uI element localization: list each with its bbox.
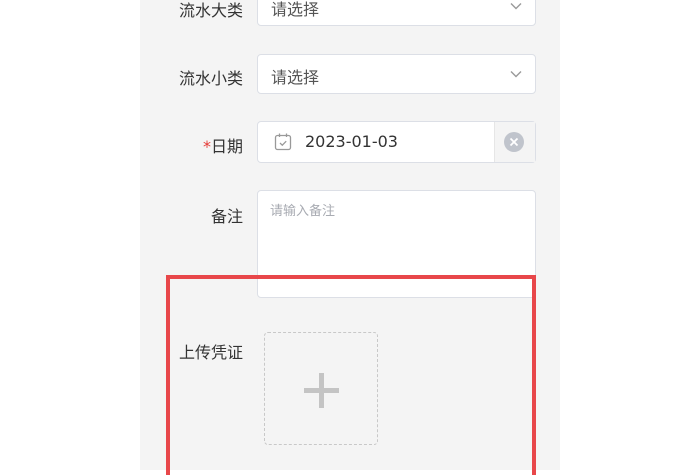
clear-date-button[interactable] [504, 132, 524, 152]
upload-label: 上传凭证 [143, 339, 243, 363]
category-select-value: 请选择 [271, 0, 320, 19]
chevron-down-icon [510, 3, 522, 10]
chevron-down-icon [510, 71, 522, 78]
subcategory-select[interactable]: 请选择 [257, 54, 536, 94]
clear-icon [509, 137, 519, 147]
date-picker[interactable]: 2023-01-03 [257, 121, 536, 163]
category-label-text: 流水大类 [178, 1, 243, 20]
plus-icon-vertical [319, 373, 324, 408]
date-label-text: 日期 [210, 137, 243, 156]
remark-label-text: 备注 [210, 207, 243, 226]
date-value: 2023-01-03 [305, 132, 398, 151]
category-label: 流水大类 [143, 0, 243, 21]
subcategory-select-value: 请选择 [271, 68, 320, 87]
upload-button[interactable] [264, 332, 378, 445]
remark-label: 备注 [143, 203, 243, 227]
clear-area [494, 122, 535, 162]
subcategory-label: 流水小类 [143, 65, 243, 89]
subcategory-label-text: 流水小类 [178, 69, 243, 88]
required-mark: * [202, 137, 211, 156]
category-select[interactable]: 请选择 [257, 0, 536, 26]
upload-label-text: 上传凭证 [178, 343, 243, 362]
calendar-icon [274, 133, 292, 151]
date-label: *日期 [143, 133, 243, 157]
